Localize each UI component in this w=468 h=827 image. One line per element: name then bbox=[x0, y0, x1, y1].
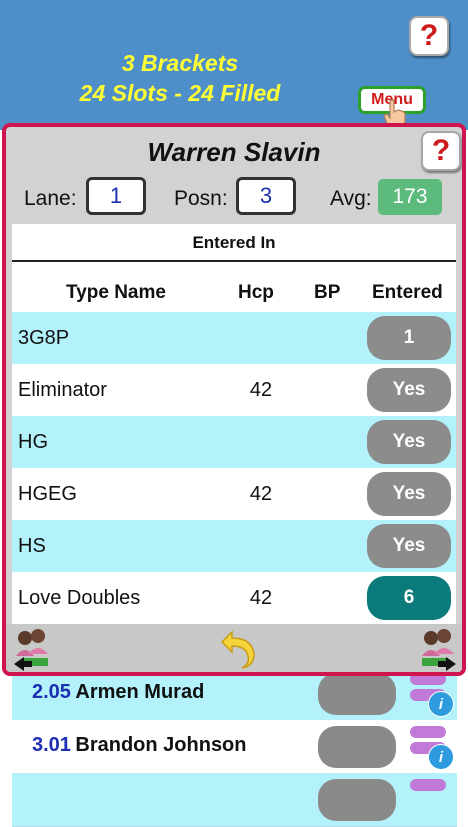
info-icon[interactable]: i bbox=[428, 744, 454, 770]
type-name: Love Doubles bbox=[18, 587, 141, 609]
table-row: HGEG 42 Yes bbox=[12, 468, 456, 520]
column-header-bp: BP bbox=[314, 282, 341, 303]
bowler-entries-dialog: Warren Slavin ? Lane: 1 Posn: 3 Avg: 173… bbox=[2, 123, 466, 676]
bowler-name: Brandon Johnson bbox=[75, 734, 247, 756]
type-name: HG bbox=[18, 431, 48, 453]
entered-button[interactable]: Yes bbox=[367, 524, 451, 568]
hcp-value: 42 bbox=[249, 379, 273, 401]
table-row: 3G8P 1 bbox=[12, 312, 456, 364]
help-button[interactable]: ? bbox=[409, 16, 449, 56]
section-title: Entered In bbox=[12, 224, 456, 262]
hcp-value: 42 bbox=[249, 483, 273, 505]
lane-label: Lane: bbox=[24, 187, 77, 210]
table-row: HG Yes bbox=[12, 416, 456, 468]
bowler-name: Armen Murad bbox=[75, 681, 205, 703]
table-row: Love Doubles 42 6 bbox=[12, 572, 456, 624]
column-header-hcp: Hcp bbox=[238, 282, 274, 303]
bowler-list: 2.05 Armen Murad i 3.01 Brandon Johnson … bbox=[12, 667, 457, 827]
dialog-footer bbox=[6, 624, 462, 672]
type-name: HS bbox=[18, 535, 46, 557]
dialog-help-button[interactable]: ? bbox=[421, 131, 461, 171]
info-icon[interactable]: i bbox=[428, 691, 454, 717]
entered-button[interactable]: Yes bbox=[367, 368, 451, 412]
dialog-title: Warren Slavin bbox=[147, 137, 321, 167]
entered-button[interactable]: Yes bbox=[367, 420, 451, 464]
list-item-button[interactable] bbox=[318, 726, 396, 768]
column-header-type-name: Type Name bbox=[66, 282, 166, 303]
bowler-info-row: Lane: 1 Posn: 3 Avg: 173 bbox=[6, 177, 462, 217]
type-name: 3G8P bbox=[18, 327, 70, 349]
brackets-count: 3 Brackets bbox=[121, 50, 239, 76]
undo-arrow-icon[interactable] bbox=[220, 628, 256, 670]
bowler-number: 3.01 bbox=[32, 734, 71, 756]
lane-field[interactable]: 1 bbox=[86, 177, 146, 215]
bracket-indicator bbox=[410, 779, 446, 791]
list-item-button[interactable] bbox=[318, 779, 396, 821]
hcp-value: 42 bbox=[249, 587, 273, 609]
slots-summary: 24 Slots - 24 Filled bbox=[79, 80, 281, 106]
avg-label: Avg: bbox=[330, 187, 372, 210]
bracket-indicator bbox=[410, 726, 446, 738]
list-item[interactable] bbox=[12, 773, 457, 827]
posn-label: Posn: bbox=[174, 187, 228, 210]
bowlers-prev-icon[interactable] bbox=[12, 626, 56, 672]
table-row: Eliminator 42 Yes bbox=[12, 364, 456, 416]
help-icon: ? bbox=[431, 134, 451, 167]
list-item-button[interactable] bbox=[318, 673, 396, 715]
posn-field[interactable]: 3 bbox=[236, 177, 296, 215]
entered-button[interactable]: 1 bbox=[367, 316, 451, 360]
entered-button[interactable]: 6 bbox=[367, 576, 451, 620]
type-name: Eliminator bbox=[18, 379, 107, 401]
bowler-number: 2.05 bbox=[32, 681, 71, 703]
entries-table: Entered In Type Name Hcp BP Entered 3G8P… bbox=[12, 224, 456, 624]
help-icon: ? bbox=[419, 19, 439, 52]
header-panel: 3 Brackets 24 Slots - 24 Filled ? Menu bbox=[0, 0, 468, 130]
bowlers-next-icon[interactable] bbox=[414, 626, 458, 672]
type-name: HGEG bbox=[18, 483, 77, 505]
entered-button[interactable]: Yes bbox=[367, 472, 451, 516]
avg-value: 173 bbox=[378, 179, 442, 215]
list-item[interactable]: 3.01 Brandon Johnson i bbox=[12, 720, 457, 774]
column-header-entered: Entered bbox=[372, 282, 443, 303]
table-row: HS Yes bbox=[12, 520, 456, 572]
